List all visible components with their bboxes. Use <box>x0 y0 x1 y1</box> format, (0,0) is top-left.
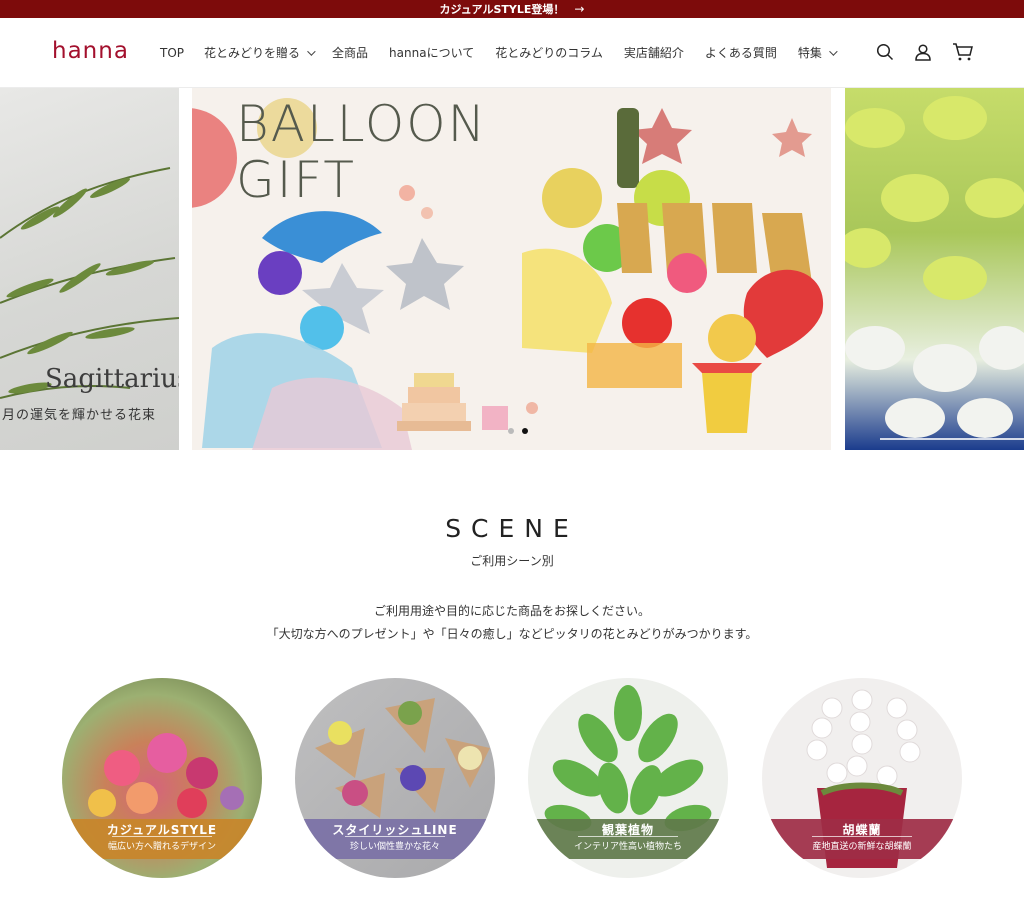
headline-line1: BALLOON <box>236 95 487 153</box>
cart-icon[interactable] <box>952 42 974 62</box>
nav-label: 特集 <box>797 46 822 60</box>
nav-label: TOP <box>160 45 185 60</box>
chevron-down-icon <box>829 46 838 56</box>
nav-label: よくある質問 <box>704 46 777 60</box>
nav-label: 全商品 <box>332 46 369 60</box>
description-line: ご利用用途や目的に応じた商品をお探しください。 <box>373 604 650 618</box>
carousel-dot-active[interactable] <box>522 428 528 434</box>
account-icon[interactable] <box>914 43 932 61</box>
nav-label: 花とみどりを贈る <box>204 46 301 60</box>
scene-card-stylish[interactable]: スタイリッシュLINE 珍しい個性豊かな花々 <box>295 678 495 878</box>
headline-line2: GIFT <box>236 151 356 209</box>
scene-sublabel: 幅広い方へ贈れるデザイン <box>107 842 216 852</box>
label-divider <box>345 836 445 837</box>
nav-label: 実店舗紹介 <box>623 46 684 60</box>
scene-sublabel: 産地直送の新鮮な胡蝶蘭 <box>812 842 912 852</box>
description-line: 「大切な方へのプレゼント」や「日々の癒し」などピッタリの花とみどりがみつかります… <box>266 627 758 641</box>
scene-card-orchid[interactable]: 胡蝶蘭 産地直送の新鮮な胡蝶蘭 <box>762 678 962 878</box>
slide-title: Sagittarius <box>45 364 179 394</box>
label-divider <box>112 836 212 837</box>
slide-balloon-gift[interactable]: BALLOON GIFT <box>192 88 831 450</box>
chevron-down-icon <box>307 46 316 56</box>
nav-item-faq[interactable]: よくある質問 <box>705 44 777 61</box>
slide-subtitle: 月の運気を輝かせる花束 <box>2 408 157 423</box>
slide-headline: BALLOON GIFT <box>236 96 487 208</box>
label-divider <box>578 836 678 837</box>
nav-item-features[interactable]: 特集 <box>797 44 838 61</box>
slide-previous[interactable]: Sagittarius 月の運気を輝かせる花束 <box>0 88 179 450</box>
section-title: SCENE <box>445 514 579 543</box>
grass-illustration <box>0 167 179 399</box>
nav-item-about[interactable]: hannaについて <box>389 44 474 61</box>
nav-item-column[interactable]: 花とみどりのコラム <box>495 44 603 61</box>
nav-item-gift[interactable]: 花とみどりを贈る <box>204 44 316 61</box>
search-icon[interactable] <box>876 43 894 61</box>
carousel-dot[interactable] <box>508 428 514 434</box>
scene-sublabel: 珍しい個性豊かな花々 <box>349 842 440 852</box>
nav-item-stores[interactable]: 実店舗紹介 <box>624 44 684 61</box>
arrow-right-icon[interactable]: → <box>574 2 584 16</box>
announcement-text[interactable]: カジュアルSTYLE登場！ <box>440 1 565 17</box>
scene-category-list: カジュアルSTYLE 幅広い方へ贈れるデザイン スタイリッシュLINE 珍しい個… <box>0 678 1024 878</box>
label-divider <box>812 836 912 837</box>
announcement-bar[interactable]: カジュアルSTYLE登場！ → <box>0 0 1024 18</box>
logo[interactable]: hanna <box>52 38 129 64</box>
nav-item-top[interactable]: TOP <box>160 44 184 61</box>
carousel-dots <box>508 428 528 434</box>
site-header: hanna TOP 花とみどりを贈る 全商品 hannaについて 花とみどりのコ… <box>0 18 1024 88</box>
section-subtitle: ご利用シーン別 <box>470 554 554 568</box>
main-nav: TOP 花とみどりを贈る 全商品 hannaについて 花とみどりのコラム 実店舗… <box>160 44 838 61</box>
slide-next[interactable] <box>845 88 1024 450</box>
section-description: ご利用用途や目的に応じた商品をお探しください。 「大切な方へのプレゼント」や「日… <box>0 600 1024 646</box>
nav-label: 花とみどりのコラム <box>495 46 603 60</box>
orchid-illustration <box>845 96 1024 438</box>
scene-sublabel: インテリア性高い植物たち <box>573 842 682 852</box>
slide-progress-bar <box>880 438 1024 440</box>
scene-card-foliage[interactable]: 観葉植物 インテリア性高い植物たち <box>528 678 728 878</box>
header-icons <box>876 42 974 62</box>
nav-item-all-products[interactable]: 全商品 <box>332 44 368 61</box>
scene-card-casual[interactable]: カジュアルSTYLE 幅広い方へ贈れるデザイン <box>62 678 262 878</box>
nav-label: hannaについて <box>389 46 475 60</box>
hero-carousel[interactable]: Sagittarius 月の運気を輝かせる花束 BALLOON GIFT <box>0 88 1024 450</box>
